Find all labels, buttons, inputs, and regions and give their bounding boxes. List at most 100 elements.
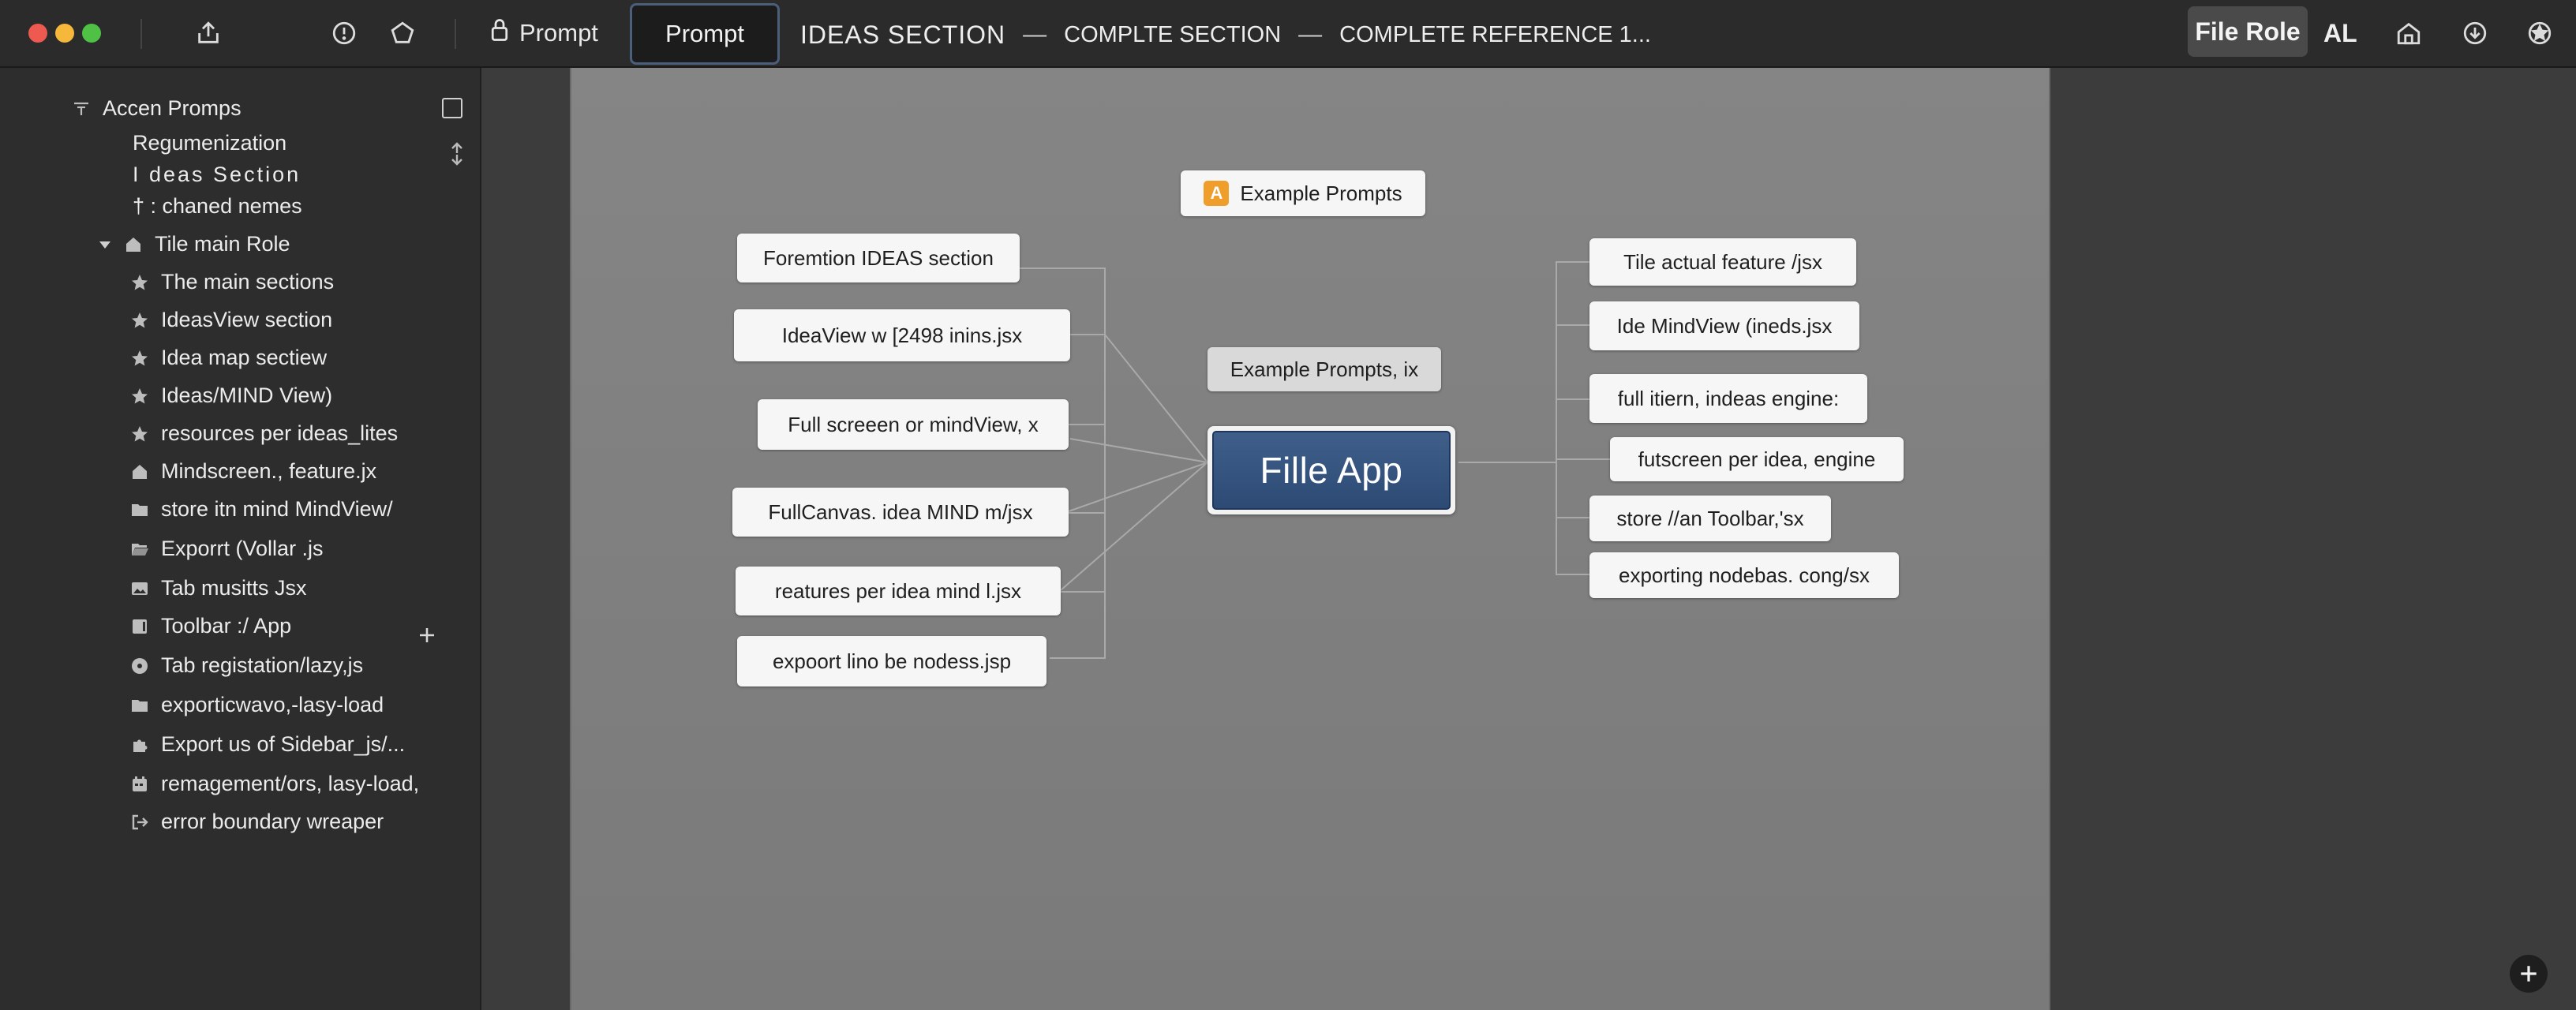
- download-icon[interactable]: [2458, 16, 2492, 50]
- sidebar-item-regumenization[interactable]: Regumenization: [133, 131, 286, 155]
- node-right[interactable]: Ide MindView (ineds.jsx: [1589, 301, 1859, 350]
- tab-label: Prompt: [519, 19, 598, 47]
- sidebar-item-label: resources per ideas_lites: [161, 421, 399, 445]
- plus-icon: [2521, 966, 2537, 982]
- folder-icon: [129, 695, 150, 716]
- al-button[interactable]: AL: [2323, 16, 2357, 50]
- lock-icon: [489, 18, 510, 48]
- node-example-prompts-ix[interactable]: Example Prompts, ix: [1208, 347, 1441, 391]
- toolbar-divider: [455, 19, 456, 49]
- breadcrumb-item-ideas[interactable]: IDEAS SECTION: [800, 21, 1005, 50]
- node-label: IdeaView w [2498 inins.jsx: [781, 323, 1023, 347]
- node-label: Foremtion IDEAS section: [763, 245, 994, 270]
- sidebar-item-label: Tile main Role: [155, 232, 290, 256]
- sidebar-item[interactable]: remagement/ors, lasy-load,: [129, 772, 419, 796]
- node-left[interactable]: IdeaView w [2498 inins.jsx: [734, 309, 1070, 361]
- sidebar-item[interactable]: Mindscreen., feature.jx: [129, 459, 376, 484]
- node-left[interactable]: FullCanvas. idea MIND m/jsx: [732, 488, 1069, 537]
- sidebar-item-changed-names[interactable]: † : chaned nemes: [133, 194, 302, 219]
- breadcrumb: IDEAS SECTION — COMPLTE SECTION — COMPLE…: [800, 17, 1651, 52]
- minimize-window-button[interactable]: [55, 24, 74, 43]
- sidebar-item-label: † : chaned nemes: [133, 194, 302, 218]
- breadcrumb-separator: —: [1298, 21, 1323, 47]
- sort-icon[interactable]: [448, 140, 466, 167]
- pentagon-icon[interactable]: [385, 16, 420, 50]
- sidebar-item-label: Export us of Sidebar_js/...: [161, 732, 406, 756]
- toolbar-icon: [129, 616, 150, 637]
- node-right[interactable]: futscreen per idea, engine: [1610, 437, 1904, 481]
- node-left[interactable]: reatures per idea mind l.jsx: [736, 567, 1061, 615]
- tab-prompt-first[interactable]: Prompt: [489, 16, 598, 50]
- exit-icon: [129, 812, 150, 832]
- sidebar-item-label: IdeasView section: [161, 308, 333, 331]
- sidebar-item[interactable]: store itn mind MindView/: [129, 497, 393, 522]
- tab-label: Prompt: [665, 20, 744, 47]
- node-label: FullCanvas. idea MIND m/jsx: [768, 499, 1033, 524]
- sidebar-item[interactable]: Tab registation/lazy,js: [129, 653, 363, 678]
- chevron-down-icon[interactable]: [98, 238, 112, 252]
- folder-open-icon: [129, 539, 150, 559]
- sidebar-item-ideas-section[interactable]: I deas Section: [133, 163, 301, 187]
- node-left[interactable]: Foremtion IDEAS section: [737, 234, 1020, 282]
- calendar-icon: [129, 774, 150, 795]
- sidebar-item[interactable]: Tab musitts Jsx: [129, 576, 307, 600]
- home-icon[interactable]: [2391, 16, 2426, 50]
- node-left[interactable]: expoort lino be nodess.jsp: [737, 636, 1046, 686]
- sidebar-item-root[interactable]: Accen Promps: [71, 96, 242, 121]
- maximize-window-button[interactable]: [82, 24, 101, 43]
- settings-badge-icon[interactable]: [2522, 16, 2557, 50]
- sidebar-item-label: exporticwavo,-lasy-load: [161, 693, 384, 716]
- close-window-button[interactable]: [28, 24, 47, 43]
- sidebar-item-label: Idea map sectiew: [161, 346, 328, 369]
- star-icon: [129, 310, 150, 331]
- add-node-button[interactable]: [2510, 955, 2548, 993]
- sidebar-item-main-role[interactable]: Tile main Role: [98, 232, 290, 256]
- sidebar-item[interactable]: error boundary wreaper: [129, 810, 384, 834]
- node-right[interactable]: exporting nodebas. cong/sx: [1589, 552, 1899, 598]
- sidebar-item-label: The main sections: [161, 270, 335, 294]
- sidebar-item[interactable]: exporticwavo,-lasy-load: [129, 693, 384, 717]
- breadcrumb-item-section[interactable]: COMPLTE SECTION: [1064, 22, 1281, 48]
- file-role-button[interactable]: File Role: [2188, 6, 2308, 57]
- tab-prompt-active[interactable]: Prompt: [630, 3, 780, 65]
- node-label: Ide MindView (ineds.jsx: [1616, 313, 1833, 338]
- sidebar-item[interactable]: Idea map sectiew: [129, 346, 327, 370]
- toolbar-divider: [140, 19, 142, 49]
- node-example-prompts[interactable]: A Example Prompts: [1181, 170, 1425, 216]
- node-label: reatures per idea mind l.jsx: [774, 578, 1022, 603]
- node-left[interactable]: Full screeen or mindView, x: [758, 399, 1069, 450]
- node-right[interactable]: store //an Toolbar,'sx: [1589, 496, 1831, 541]
- sidebar-item[interactable]: resources per ideas_lites: [129, 421, 398, 446]
- sidebar-item-label: Exporrt (Vollar .js: [161, 537, 324, 560]
- image-icon: [129, 578, 150, 599]
- add-icon[interactable]: [417, 625, 437, 645]
- node-label: Full screeen or mindView, x: [788, 412, 1039, 436]
- sidebar-item-label: Tab musitts Jsx: [161, 576, 307, 600]
- node-label: store //an Toolbar,'sx: [1616, 506, 1804, 530]
- node-right[interactable]: full itiern, indeas engine:: [1589, 374, 1867, 423]
- sidebar-item[interactable]: IdeasView section: [129, 308, 332, 332]
- checkbox-toggle[interactable]: [442, 98, 462, 118]
- sidebar-item[interactable]: Exporrt (Vollar .js: [129, 537, 324, 561]
- tree-icon: [71, 99, 92, 119]
- central-node-label: Fille App: [1212, 431, 1451, 510]
- star-icon: [129, 272, 150, 293]
- sidebar-item[interactable]: Export us of Sidebar_js/...: [129, 732, 405, 757]
- share-icon[interactable]: [191, 16, 226, 50]
- node-label: Example Prompts: [1240, 181, 1402, 205]
- central-node[interactable]: Fille App: [1208, 426, 1455, 514]
- sidebar-item-label: error boundary wreaper: [161, 810, 384, 833]
- info-icon[interactable]: [327, 16, 361, 50]
- sidebar-item[interactable]: Ideas/MIND View): [129, 383, 332, 408]
- sidebar-item-label: Mindscreen., feature.jx: [161, 459, 377, 483]
- sidebar-item[interactable]: The main sections: [129, 270, 334, 294]
- node-right[interactable]: Tile actual feature /jsx: [1589, 238, 1856, 286]
- home-icon: [123, 234, 144, 255]
- title-bar: Prompt Prompt IDEAS SECTION — COMPLTE SE…: [0, 0, 2576, 68]
- breadcrumb-separator: —: [1023, 21, 1047, 47]
- breadcrumb-item-reference[interactable]: COMPLETE REFERENCE 1...: [1339, 22, 1651, 48]
- sidebar-item[interactable]: Toolbar :/ App: [129, 614, 291, 638]
- star-icon: [129, 424, 150, 444]
- node-label: full itiern, indeas engine:: [1617, 386, 1840, 410]
- node-label: Example Prompts, ix: [1230, 357, 1419, 381]
